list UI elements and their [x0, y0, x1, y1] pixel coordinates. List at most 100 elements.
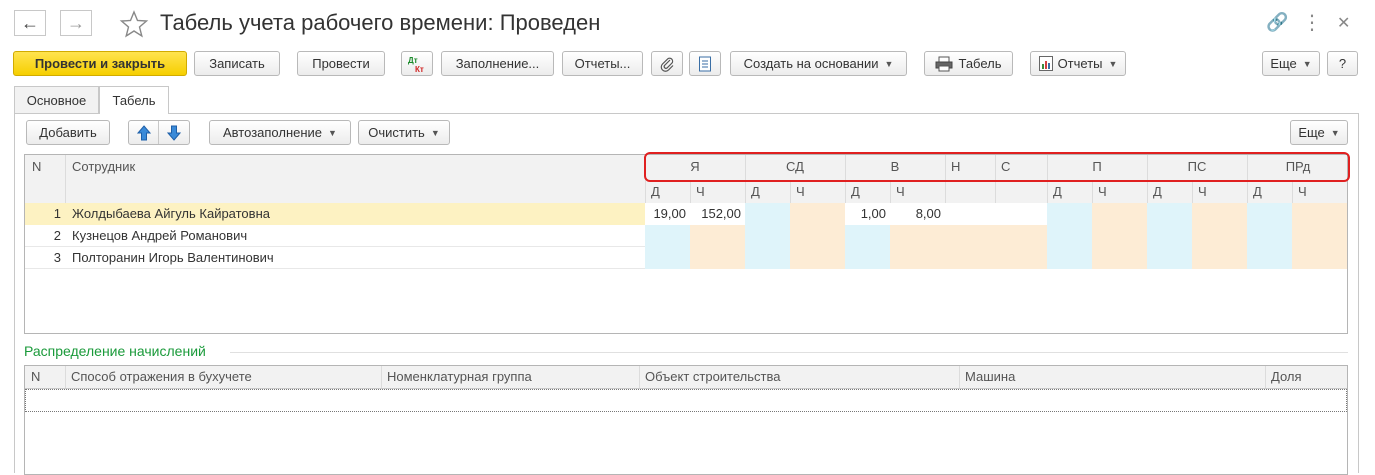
dist-col-divider: [381, 366, 382, 388]
col-employee-header: Сотрудник: [72, 159, 136, 174]
add-button[interactable]: Добавить: [26, 120, 110, 145]
cell-bg: [945, 225, 995, 247]
cell-bg-d: [745, 247, 790, 269]
autofill-label: Автозаполнение: [223, 125, 323, 140]
forward-button[interactable]: →: [60, 10, 92, 36]
dist-col-header-5: Доля: [1271, 369, 1302, 384]
sub-divider: [1292, 180, 1293, 203]
cell-bg-ch: [1292, 203, 1347, 225]
save-button[interactable]: Записать: [194, 51, 280, 76]
v-days[interactable]: [845, 247, 886, 269]
arrow-up-icon: [136, 124, 151, 140]
document-button[interactable]: [689, 51, 721, 76]
close-icon[interactable]: ✕: [1337, 13, 1350, 33]
distribution-empty-row[interactable]: [25, 389, 1347, 412]
cell-bg-ch: [1292, 247, 1347, 269]
timesheet-print-button[interactable]: Табель: [924, 51, 1013, 76]
sub-header-ch: Ч: [1098, 184, 1107, 199]
v-hours[interactable]: 8,00: [890, 203, 941, 225]
v-hours[interactable]: [890, 225, 941, 247]
autofill-button[interactable]: Автозаполнение ▼: [209, 120, 351, 145]
cell-bg-d: [745, 203, 790, 225]
page-title: Табель учета рабочего времени: Проведен: [160, 10, 601, 35]
cell-bg-ch: [1092, 203, 1147, 225]
cell-bg-ch: [1192, 225, 1247, 247]
move-up-button[interactable]: [129, 121, 160, 144]
timesheet-label: Табель: [958, 56, 1002, 71]
sub-header-d: Д: [1153, 184, 1162, 199]
ya-days[interactable]: [645, 225, 686, 247]
reports-dots-button[interactable]: Отчеты...: [562, 51, 643, 76]
sub-header-ch: Ч: [796, 184, 805, 199]
cell-bg-d: [1247, 225, 1292, 247]
table-row[interactable]: 3 Полторанин Игорь Валентинович: [25, 247, 1347, 269]
cell-bg: [995, 225, 1047, 247]
create-based-on-button[interactable]: Создать на основании ▼: [730, 51, 907, 76]
kebab-menu-icon[interactable]: ⋮: [1302, 10, 1322, 35]
reports-button[interactable]: Отчеты ▼: [1030, 51, 1126, 76]
ya-days[interactable]: [645, 247, 686, 269]
back-button[interactable]: ←: [14, 10, 46, 36]
ya-hours[interactable]: 152,00: [690, 203, 741, 225]
chevron-down-icon: ▼: [1108, 58, 1118, 69]
svg-text:Кт: Кт: [415, 65, 424, 74]
clear-button[interactable]: Очистить ▼: [358, 120, 450, 145]
v-hours[interactable]: [890, 247, 941, 269]
sub-header-ch: Ч: [696, 184, 705, 199]
dt-kt-button[interactable]: Дт Кт: [401, 51, 433, 76]
post-button[interactable]: Провести: [297, 51, 385, 76]
dist-col-header-2: Номенклатурная группа: [387, 369, 532, 384]
table-row[interactable]: 1 Жолдыбаева Айгуль Кайратовна 19,00 152,00…: [25, 203, 1347, 225]
favorite-star-icon[interactable]: [119, 9, 149, 39]
sub-divider: [1092, 180, 1093, 203]
ya-hours[interactable]: [690, 247, 741, 269]
cell-bg-d: [1147, 225, 1192, 247]
v-days[interactable]: 1,00: [845, 203, 886, 225]
cell-bg-ch: [790, 247, 845, 269]
cell-bg-white: [995, 203, 1047, 225]
table-row[interactable]: 2 Кузнецов Андрей Романович: [25, 225, 1347, 247]
cell-bg: [945, 247, 995, 269]
paperclip-icon: [660, 57, 674, 72]
reports-label: Отчеты: [1057, 56, 1103, 71]
ya-hours[interactable]: [690, 225, 741, 247]
more-button[interactable]: Еще ▼: [1262, 51, 1320, 76]
cell-bg-d: [1047, 247, 1092, 269]
cell-bg-d: [1047, 225, 1092, 247]
sub-header-ch: Ч: [1298, 184, 1307, 199]
dist-col-header-1: Способ отражения в бухучете: [71, 369, 252, 384]
v-days[interactable]: [845, 225, 886, 247]
dist-col-divider: [639, 366, 640, 388]
post-and-close-button[interactable]: Провести и закрыть: [13, 51, 187, 76]
employee-name: Кузнецов Андрей Романович: [72, 228, 248, 243]
create-based-on-label: Создать на основании: [743, 56, 879, 71]
clear-label: Очистить: [368, 125, 425, 140]
dist-col-divider: [959, 366, 960, 388]
attach-button[interactable]: [651, 51, 683, 76]
svg-text:Дт: Дт: [408, 56, 418, 65]
sub-header-d: Д: [851, 184, 860, 199]
sub-header-ch: Ч: [896, 184, 905, 199]
sub-header-d: Д: [751, 184, 760, 199]
move-down-button[interactable]: [159, 121, 189, 144]
link-icon[interactable]: 🔗: [1266, 12, 1288, 33]
help-button[interactable]: ?: [1327, 51, 1358, 76]
cell-bg-ch: [1092, 247, 1147, 269]
tab-timesheet[interactable]: Табель: [99, 86, 169, 114]
row-number: 3: [53, 250, 61, 265]
employee-name: Полторанин Игорь Валентинович: [72, 250, 274, 265]
cell-bg-ch: [1192, 247, 1247, 269]
cell-bg-white: [945, 203, 995, 225]
cell-bg-d: [1247, 247, 1292, 269]
distribution-title: Распределение начислений: [24, 343, 206, 359]
dist-col-divider: [65, 366, 66, 388]
dt-kt-icon: Дт Кт: [408, 56, 424, 74]
tab-main[interactable]: Основное: [14, 86, 99, 113]
cell-bg-ch: [790, 203, 845, 225]
ya-days[interactable]: 19,00: [645, 203, 686, 225]
fill-button[interactable]: Заполнение...: [441, 51, 554, 76]
move-buttons: [128, 120, 190, 145]
table-more-button[interactable]: Еще ▼: [1290, 120, 1348, 145]
highlight-outline: [644, 152, 1350, 182]
dist-col-header-3: Объект строительства: [645, 369, 781, 384]
